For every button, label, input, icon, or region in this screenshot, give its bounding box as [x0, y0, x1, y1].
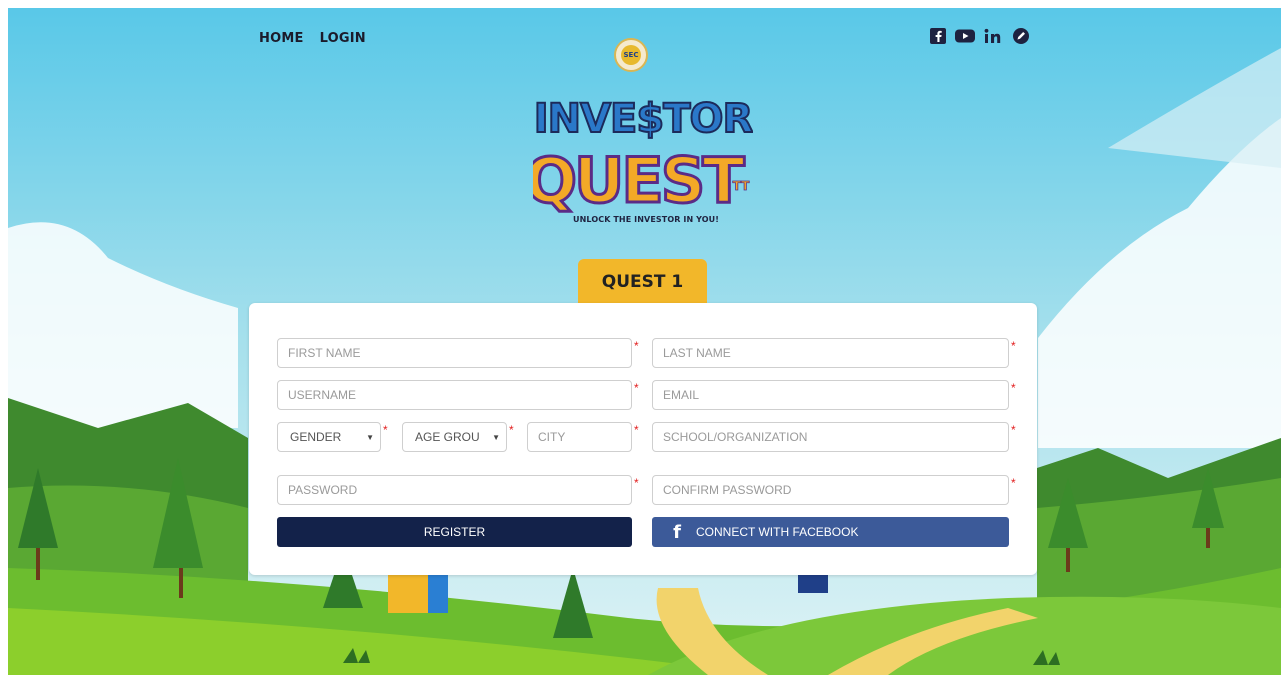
first-name-input[interactable] — [288, 346, 631, 360]
username-input[interactable] — [288, 388, 631, 402]
age-group-select[interactable]: AGE GROU ▼ — [402, 422, 507, 452]
logo-line1: INVE$TOR — [534, 96, 753, 142]
required-mark: * — [1011, 339, 1016, 353]
gender-selected-value: GENDER — [290, 430, 342, 444]
top-nav: HOME LOGIN — [259, 31, 366, 46]
required-mark: * — [634, 423, 639, 437]
last-name-input[interactable] — [663, 346, 1008, 360]
email-field-wrapper — [652, 380, 1009, 410]
required-mark: * — [634, 339, 639, 353]
required-mark: * — [634, 476, 639, 490]
linkedin-icon[interactable] — [983, 27, 1005, 45]
password-input[interactable] — [288, 483, 631, 497]
city-field-wrapper — [527, 422, 632, 452]
investor-quest-logo: INVE$TOR QUEST TT — [533, 95, 753, 214]
nav-home-link[interactable]: HOME — [259, 31, 304, 46]
register-button[interactable]: REGISTER — [277, 517, 632, 547]
dropdown-arrow-icon: ▼ — [366, 432, 374, 442]
nav-login-link[interactable]: LOGIN — [320, 31, 366, 46]
seal-text: SEC — [621, 45, 641, 65]
city-input[interactable] — [538, 430, 631, 444]
email-input[interactable] — [663, 388, 1008, 402]
connect-facebook-button[interactable]: f CONNECT WITH FACEBOOK — [652, 517, 1009, 547]
facebook-icon[interactable] — [929, 27, 947, 45]
confirm-password-input[interactable] — [663, 483, 1008, 497]
quest-tab: QUEST 1 — [578, 259, 707, 304]
sec-seal-logo: SEC — [614, 38, 648, 72]
required-mark: * — [1011, 476, 1016, 490]
required-mark: * — [509, 423, 514, 437]
confirm-password-field-wrapper — [652, 475, 1009, 505]
required-mark: * — [1011, 381, 1016, 395]
school-organization-input[interactable] — [663, 430, 1008, 444]
social-links — [929, 27, 1030, 45]
facebook-f-icon: f — [673, 521, 681, 543]
required-mark: * — [1011, 423, 1016, 437]
required-mark: * — [383, 423, 388, 437]
blog-icon[interactable] — [1012, 27, 1030, 45]
tagline: UNLOCK THE INVESTOR IN YOU! — [573, 215, 719, 224]
username-field-wrapper — [277, 380, 632, 410]
registration-form: * * * * GENDER ▼ * AGE GROU ▼ * * — [249, 303, 1037, 575]
first-name-field-wrapper — [277, 338, 632, 368]
register-button-label: REGISTER — [423, 525, 486, 539]
school-field-wrapper — [652, 422, 1009, 452]
required-mark: * — [634, 381, 639, 395]
logo-line2: QUEST — [533, 144, 744, 214]
last-name-field-wrapper — [652, 338, 1009, 368]
gender-select[interactable]: GENDER ▼ — [277, 422, 381, 452]
dropdown-arrow-icon: ▼ — [492, 432, 500, 442]
logo-suffix: TT — [733, 179, 750, 193]
page-canvas: HOME LOGIN SEC INVE$TOR QUEST TT UNLOCK … — [8, 8, 1281, 675]
connect-facebook-label: CONNECT WITH FACEBOOK — [696, 525, 859, 539]
age-group-selected-value: AGE GROU — [415, 430, 480, 444]
youtube-icon[interactable] — [954, 27, 976, 45]
password-field-wrapper — [277, 475, 632, 505]
